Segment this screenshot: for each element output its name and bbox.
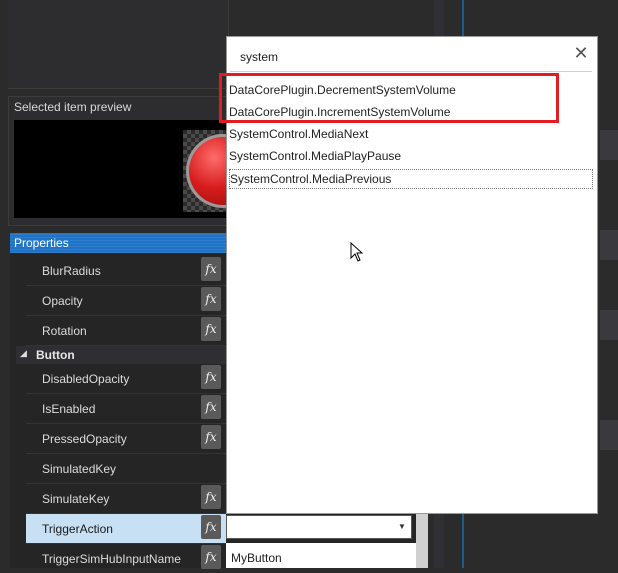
input-name-value: MyButton <box>231 551 282 565</box>
property-row-pressedopacity[interactable]: PressedOpacity <box>26 424 226 454</box>
property-label: IsEnabled <box>42 402 96 416</box>
property-label: Rotation <box>42 324 87 338</box>
fx-button[interactable]: fx <box>201 365 221 389</box>
top-left-panel <box>8 0 229 89</box>
section-label: Button <box>36 348 75 362</box>
fx-button[interactable]: fx <box>201 257 221 281</box>
result-item[interactable]: SystemControl.MediaPlayPause <box>229 146 593 166</box>
search-input[interactable] <box>240 50 560 64</box>
property-row-simulatedkey[interactable]: SimulatedKey <box>26 454 226 484</box>
property-label: Opacity <box>42 294 83 308</box>
property-label: BlurRadius <box>42 264 101 278</box>
fx-button[interactable]: fx <box>201 425 221 449</box>
property-label: TriggerSimHubInputName <box>42 552 181 566</box>
mouse-cursor-icon <box>350 242 364 262</box>
fx-button[interactable]: fx <box>201 515 221 539</box>
property-row-triggeraction[interactable]: TriggerAction <box>26 514 226 544</box>
property-label: PressedOpacity <box>42 432 127 446</box>
fx-button[interactable]: fx <box>201 395 221 419</box>
search-underline <box>230 71 592 72</box>
property-label: SimulatedKey <box>42 462 117 476</box>
red-highlight-box <box>219 73 559 123</box>
properties-scrollbar[interactable] <box>416 513 428 568</box>
chevron-down-icon[interactable]: ▼ <box>398 522 406 531</box>
collapse-arrow-icon[interactable]: ◢ <box>20 348 27 359</box>
right-panel-block <box>600 420 618 450</box>
result-item-focused[interactable]: SystemControl.MediaPrevious <box>229 169 593 189</box>
close-icon[interactable]: ✕ <box>572 44 590 62</box>
property-row-disabledopacity[interactable]: DisabledOpacity <box>26 364 226 394</box>
fx-button[interactable]: fx <box>201 545 221 569</box>
right-panel-block <box>600 230 618 260</box>
right-panel-block <box>600 310 618 340</box>
preview-title: Selected item preview <box>14 100 132 114</box>
property-row-opacity[interactable]: Opacity <box>26 286 226 316</box>
result-item[interactable]: SystemControl.MediaNext <box>229 124 593 144</box>
property-row-triggersimhubinputname[interactable]: TriggerSimHubInputName <box>26 544 226 573</box>
property-row-blurradius[interactable]: BlurRadius <box>26 256 226 286</box>
property-row-simulatekey[interactable]: SimulateKey <box>26 484 226 514</box>
trigger-action-combobox[interactable] <box>226 515 412 539</box>
property-label: DisabledOpacity <box>42 372 130 386</box>
fx-button[interactable]: fx <box>201 287 221 311</box>
right-panel-block <box>600 130 618 160</box>
property-label: TriggerAction <box>42 522 113 536</box>
fx-button[interactable]: fx <box>201 485 221 509</box>
property-row-isenabled[interactable]: IsEnabled <box>26 394 226 424</box>
properties-title: Properties <box>14 236 69 250</box>
property-label: SimulateKey <box>42 492 110 506</box>
fx-button[interactable]: fx <box>201 317 221 341</box>
property-row-rotation[interactable]: Rotation <box>26 316 226 346</box>
